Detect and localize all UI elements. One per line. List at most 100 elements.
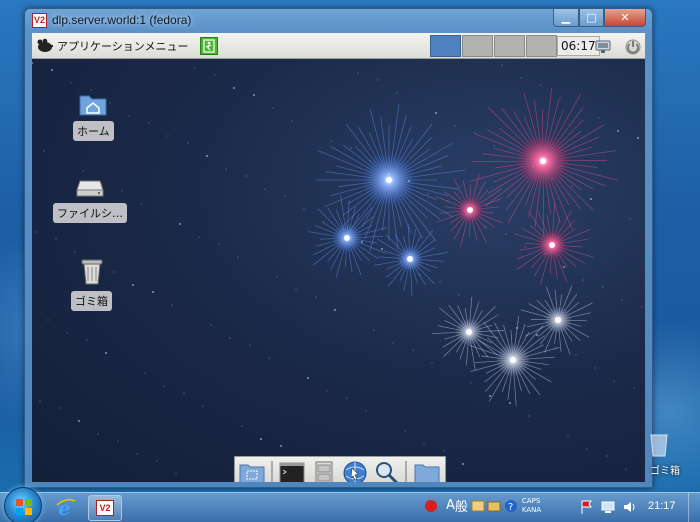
desktop-icon-trash[interactable]: ゴミ箱	[71, 257, 112, 311]
applications-menu-button[interactable]: アプリケーションメニュー	[32, 33, 192, 58]
star	[621, 299, 623, 301]
workspace-2[interactable]	[462, 35, 493, 57]
star	[152, 291, 154, 293]
start-button[interactable]	[4, 487, 42, 522]
show-desktop-button[interactable]	[688, 493, 700, 522]
help-icon[interactable]: ?	[504, 499, 518, 513]
star	[128, 115, 130, 117]
window-titlebar[interactable]: V2 dlp.server.world:1 (fedora) ▁ □ ✕	[25, 9, 652, 31]
network-icon[interactable]	[594, 36, 614, 56]
file-manager-launcher[interactable]	[239, 459, 266, 482]
ime-conversion[interactable]: 般	[455, 496, 468, 515]
star	[412, 349, 414, 351]
web-browser-icon	[343, 461, 367, 482]
star	[241, 425, 243, 427]
star	[613, 380, 615, 382]
applications-menu-label: アプリケーションメニュー	[57, 39, 189, 53]
window-title: dlp.server.world:1 (fedora)	[52, 13, 192, 27]
workspace-1[interactable]	[430, 35, 461, 57]
internet-explorer-icon[interactable]: e	[56, 497, 76, 519]
star	[431, 362, 433, 364]
fireworks-wallpaper	[32, 62, 643, 480]
ime-mode[interactable]: A	[446, 498, 455, 513]
star	[55, 238, 57, 240]
star	[551, 178, 553, 180]
star	[260, 438, 262, 440]
ime-icon[interactable]	[424, 499, 438, 513]
star	[357, 72, 359, 74]
star	[509, 402, 511, 404]
star	[489, 395, 491, 397]
firework-core	[555, 317, 561, 323]
flag-icon[interactable]	[580, 499, 594, 515]
workspace-4[interactable]	[526, 35, 557, 57]
star	[214, 74, 216, 76]
firework-core	[549, 242, 555, 248]
firework-core	[466, 329, 472, 335]
taskbar-vnc-button[interactable]: V2	[88, 495, 122, 521]
star	[51, 69, 53, 71]
desktop-icon-filesystem[interactable]: ファイルシ…	[53, 175, 127, 223]
firework-core	[386, 177, 392, 183]
desktop-icon-label: ゴミ箱	[71, 291, 112, 311]
network-status-icon[interactable]	[600, 499, 616, 515]
star	[206, 155, 208, 157]
star	[284, 195, 286, 197]
search-launcher[interactable]	[374, 459, 401, 482]
taskbar-clock[interactable]: 21:17	[648, 500, 676, 512]
star	[423, 443, 425, 445]
search-icon	[376, 462, 399, 482]
ime-bar: A 般 ? CAPS KANA	[424, 496, 541, 515]
desktop-icon-home[interactable]: ホーム	[73, 91, 114, 141]
ime-dictionary-icon[interactable]	[470, 498, 486, 514]
xfce-top-panel: アプリケーションメニュー 06:17	[32, 33, 645, 59]
star	[268, 357, 270, 359]
windows-recycle-bin[interactable]: ゴミ箱	[648, 432, 680, 477]
web-browser-launcher[interactable]	[342, 459, 369, 482]
star	[237, 256, 239, 258]
terminal-icon	[279, 462, 305, 482]
star	[210, 324, 212, 326]
star	[478, 301, 480, 303]
star	[156, 460, 158, 462]
star	[334, 309, 336, 311]
star	[43, 150, 45, 152]
terminal-launcher[interactable]	[279, 459, 306, 482]
star	[501, 64, 503, 66]
ime-tool-icon[interactable]	[486, 498, 502, 514]
star	[474, 132, 476, 134]
star	[322, 221, 324, 223]
star	[66, 332, 68, 334]
workspace-3[interactable]	[494, 35, 525, 57]
star	[392, 342, 394, 344]
dock-separator	[270, 461, 273, 482]
star	[202, 405, 204, 407]
folder-launcher[interactable]	[413, 459, 440, 482]
star	[361, 241, 363, 243]
logout-icon[interactable]	[200, 36, 219, 55]
remote-desktop[interactable]: アプリケーションメニュー 06:17 ホーム ファイルシ… ゴミ箱	[32, 33, 645, 482]
star	[365, 410, 367, 412]
star	[470, 382, 472, 384]
folder-icon	[414, 464, 440, 482]
maximize-button[interactable]: □	[579, 9, 604, 27]
power-icon[interactable]	[624, 36, 642, 56]
star	[637, 137, 639, 139]
volume-icon[interactable]	[622, 499, 638, 515]
star	[516, 327, 518, 329]
star	[373, 329, 375, 331]
firework-core	[510, 357, 516, 363]
star	[245, 175, 247, 177]
star	[462, 463, 464, 465]
star	[466, 213, 468, 215]
star	[47, 319, 49, 321]
star	[35, 231, 37, 233]
vnc-icon[interactable]: V2	[32, 12, 47, 28]
star	[32, 62, 33, 64]
close-button[interactable]: ✕	[604, 9, 646, 27]
home-folder-icon	[79, 95, 107, 116]
star	[505, 233, 507, 235]
file-cabinet-launcher[interactable]	[310, 459, 337, 482]
star	[458, 294, 460, 296]
minimize-button[interactable]: ▁	[553, 9, 579, 27]
